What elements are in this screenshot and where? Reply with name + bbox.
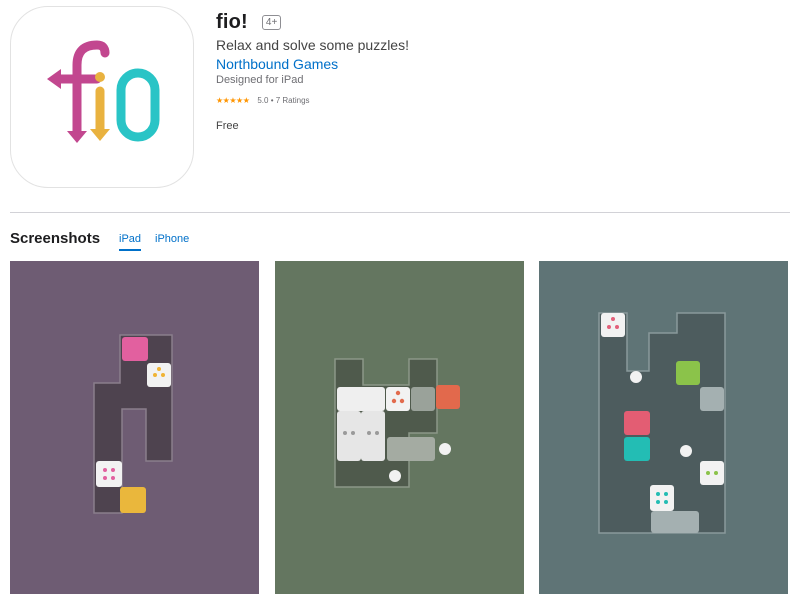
gray-block [387, 437, 435, 461]
title-row: fio! 4+ [216, 11, 282, 34]
tab-ipad[interactable]: iPad [119, 233, 142, 251]
fio-logo-icon [47, 40, 160, 143]
white-block [361, 411, 385, 461]
white-block [700, 461, 724, 485]
screenshot-2[interactable] [275, 261, 524, 594]
star-rating-icon: ★★★★★ [216, 96, 250, 105]
app-subtitle: Relax and solve some puzzles! [216, 37, 409, 53]
designed-for-label: Designed for iPad [216, 74, 304, 86]
ratings-text: 5.0 • 7 Ratings [257, 96, 310, 105]
screenshot-3[interactable] [539, 261, 788, 594]
rating-row: ★★★★★ 5.0 • 7 Ratings [216, 96, 310, 105]
white-block [386, 387, 410, 411]
red-block [624, 411, 650, 435]
white-block [650, 485, 674, 511]
price-label: Free [216, 120, 239, 132]
green-block [676, 361, 700, 385]
app-title: fio! [216, 11, 248, 33]
teal-block [624, 437, 650, 461]
white-block [96, 461, 122, 487]
gray-block [651, 511, 699, 533]
white-block [601, 313, 625, 337]
yellow-block [120, 487, 146, 513]
screenshots-heading: Screenshots [10, 230, 101, 247]
section-divider [10, 212, 790, 213]
white-block [337, 387, 385, 411]
orange-block [436, 385, 460, 409]
gray-block [411, 387, 435, 411]
app-icon [10, 6, 194, 188]
tab-iphone[interactable]: iPhone [155, 233, 189, 249]
developer-link[interactable]: Northbound Games [216, 56, 338, 72]
white-block [147, 363, 171, 387]
screenshot-1[interactable] [10, 261, 259, 594]
gray-block [700, 387, 724, 411]
screenshot-background [10, 261, 259, 594]
white-block [337, 411, 361, 461]
age-rating-badge: 4+ [261, 15, 282, 30]
pink-block [122, 337, 148, 361]
